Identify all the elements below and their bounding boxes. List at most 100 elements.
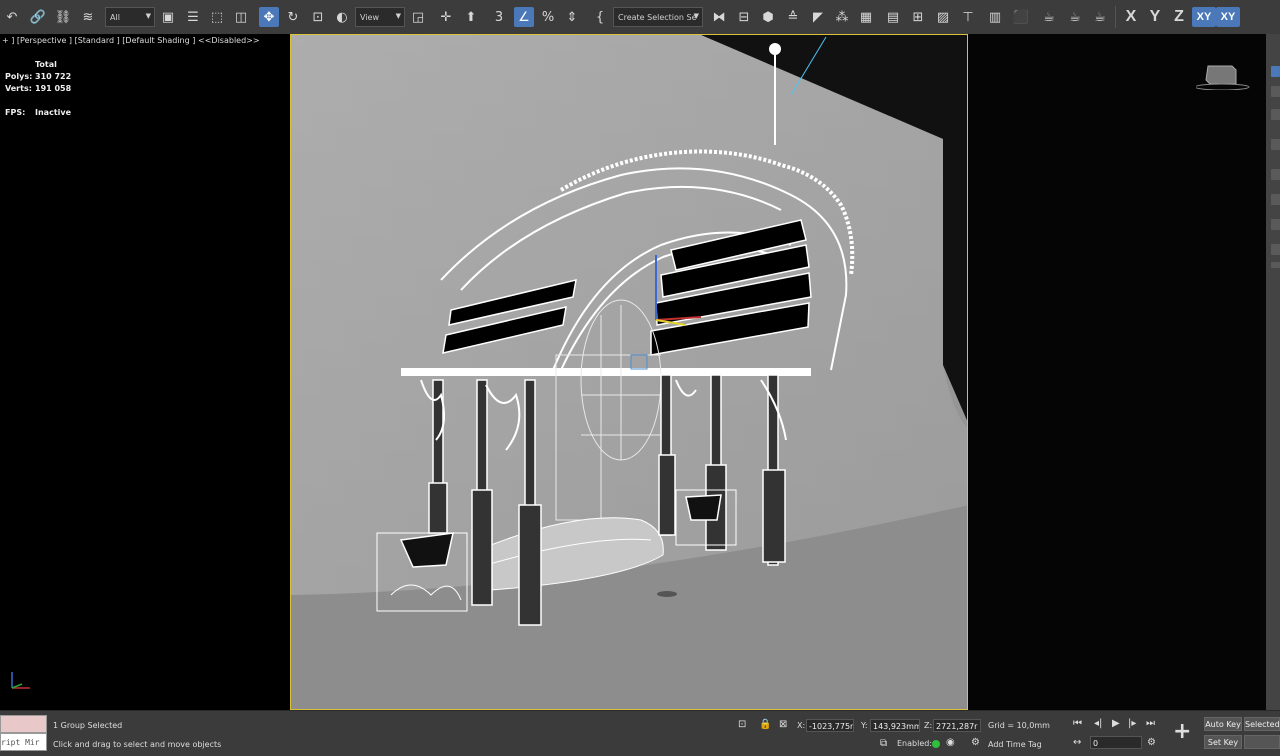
spinner-snap-icon[interactable]: ⇕	[562, 7, 582, 27]
polys-value: 310 722	[35, 72, 72, 81]
panel-button-icon[interactable]	[1271, 139, 1280, 150]
select-and-scale-icon[interactable]: ⊡	[308, 7, 328, 27]
isolate-selection-icon[interactable]: ⊡	[738, 719, 746, 730]
render-setup-icon[interactable]: ⊞	[908, 7, 928, 27]
render-iterative-icon[interactable]: ▥	[985, 7, 1005, 27]
rendered-frame-window-icon[interactable]: ▨	[933, 7, 953, 27]
toggle-ribbon-icon[interactable]: ◤	[808, 7, 828, 27]
angle-snap-icon[interactable]: ∠	[514, 7, 534, 27]
auto-key-button[interactable]: Auto Key	[1204, 717, 1242, 731]
set-key-button[interactable]: Set Key	[1204, 735, 1242, 749]
time-config-icon[interactable]: ◉	[946, 737, 955, 748]
window-crossing-icon[interactable]: ◫	[231, 7, 251, 27]
reference-coordinate-value: View	[360, 12, 379, 22]
named-selection-set-dropdown[interactable]: Create Selection Se ▼	[613, 7, 703, 27]
left-viewport[interactable]: + ] [Perspective ] [Standard ] [Default …	[0, 34, 290, 710]
snaps-toggle-icon[interactable]: 3	[489, 7, 509, 27]
stats-polys: Polys: 310 722	[5, 72, 71, 81]
viewport-label[interactable]: + ] [Perspective ] [Standard ] [Default …	[2, 36, 195, 45]
time-tag-icon[interactable]: ⚙	[971, 737, 980, 748]
prompt-line: Click and drag to select and move object…	[53, 740, 222, 749]
viewport-disabled-label[interactable]: <<Disabled>>	[198, 36, 260, 45]
axis-y-button[interactable]: Y	[1145, 7, 1165, 27]
keyboard-shortcut-override-icon[interactable]: ⬆	[461, 7, 481, 27]
percent-snap-icon[interactable]: %	[538, 7, 558, 27]
selection-filter-dropdown[interactable]: All ▼	[105, 7, 155, 27]
teapot-render-icon[interactable]: ☕	[1039, 7, 1059, 27]
chevron-down-icon: ▼	[693, 12, 699, 20]
selection-lock-icon[interactable]: 🔒	[759, 719, 771, 730]
add-time-tag-button[interactable]: Add Time Tag	[988, 740, 1042, 749]
select-and-move-icon[interactable]: ✥	[259, 7, 279, 27]
fps-value: Inactive	[35, 108, 72, 117]
command-panel[interactable]	[1266, 34, 1280, 710]
chevron-down-icon: ▼	[395, 12, 401, 20]
create-tab-icon[interactable]	[1271, 66, 1280, 77]
material-editor-icon[interactable]: ▤	[883, 7, 903, 27]
adaptive-degradation-icon[interactable]: ⧉	[880, 738, 887, 749]
render-in-cloud-icon[interactable]: ⬛	[1011, 7, 1031, 27]
absolute-mode-icon[interactable]: ⊠	[779, 719, 787, 730]
panel-button-icon[interactable]	[1271, 169, 1280, 180]
maxscript-input[interactable]: ript Mir	[0, 733, 47, 751]
undo-icon[interactable]: ↶	[2, 7, 22, 27]
panel-button-icon[interactable]	[1271, 244, 1280, 255]
teapot-cloud-icon[interactable]: ☕	[1090, 7, 1110, 27]
curve-editor-icon[interactable]: ⁂	[832, 7, 852, 27]
right-viewport[interactable]	[968, 34, 1266, 710]
set-key-icon[interactable]: +	[1173, 719, 1191, 744]
panel-button-icon[interactable]	[1271, 219, 1280, 230]
hierarchy-tab-icon[interactable]	[1271, 109, 1280, 120]
main-toolbar: ↶ 🔗 ⛓ ≋ All ▼ ▣ ☰ ⬚ ◫ ✥ ↻ ⊡ ◐ View ▼ ◲ ✛ ⬆…	[0, 0, 1280, 35]
select-manipulate-icon[interactable]: ✛	[436, 7, 456, 27]
reference-coordinate-dropdown[interactable]: View ▼	[355, 7, 405, 27]
current-frame-field[interactable]: 0	[1090, 736, 1142, 749]
scroll-handle[interactable]	[1271, 262, 1280, 268]
time-configuration-icon[interactable]: ⚙	[1147, 737, 1156, 748]
teapot-active-shade-icon[interactable]: ☕	[1065, 7, 1085, 27]
verts-label: Verts:	[5, 84, 32, 93]
select-object-icon[interactable]: ▣	[158, 7, 178, 27]
go-to-start-icon[interactable]: ⏮	[1073, 718, 1082, 729]
stats-total-label: Total	[35, 60, 57, 69]
link-icon[interactable]: 🔗	[28, 7, 48, 27]
play-icon[interactable]: ▶	[1112, 718, 1120, 729]
select-and-place-icon[interactable]: ◐	[332, 7, 352, 27]
key-filters-button[interactable]	[1244, 735, 1280, 749]
align-icon[interactable]: ⊟	[734, 7, 754, 27]
stats-fps: FPS: Inactive	[5, 108, 71, 117]
bind-spacewarp-icon[interactable]: ≋	[78, 7, 98, 27]
axis-xy-plane-button[interactable]: XY	[1216, 7, 1240, 27]
select-by-name-icon[interactable]: ☰	[183, 7, 203, 27]
mirror-icon[interactable]: ⧓	[709, 7, 729, 27]
toggle-scene-explorer-icon[interactable]: ⬢	[758, 7, 778, 27]
x-coord-field[interactable]: -1023,775r	[806, 719, 854, 732]
schematic-view-icon[interactable]: ▦	[856, 7, 876, 27]
go-to-end-icon[interactable]: ⏭	[1146, 718, 1155, 729]
key-mode-icon[interactable]: ↔	[1073, 737, 1081, 748]
modify-tab-icon[interactable]	[1271, 86, 1280, 97]
y-coord-field[interactable]: 143,923mm	[870, 719, 920, 732]
axis-xy-button[interactable]: XY	[1192, 7, 1216, 27]
perspective-viewport[interactable]	[290, 34, 968, 710]
enabled-indicator-icon[interactable]	[932, 740, 940, 748]
panel-button-icon[interactable]	[1271, 194, 1280, 205]
edit-named-selection-icon[interactable]: {	[590, 7, 610, 27]
key-filter-selected[interactable]: Selected	[1244, 717, 1280, 731]
pivot-center-icon[interactable]: ◲	[408, 7, 428, 27]
previous-frame-icon[interactable]: ◂|	[1094, 718, 1102, 729]
axis-z-button[interactable]: Z	[1169, 7, 1189, 27]
unlink-icon[interactable]: ⛓	[53, 7, 73, 27]
select-and-rotate-icon[interactable]: ↻	[283, 7, 303, 27]
grid-size: Grid = 10,0mm	[988, 721, 1050, 730]
maxscript-listener[interactable]: ript Mir	[0, 715, 47, 753]
maxscript-output[interactable]	[0, 715, 47, 733]
toggle-layer-explorer-icon[interactable]: ≙	[783, 7, 803, 27]
rectangular-selection-icon[interactable]: ⬚	[207, 7, 227, 27]
axis-x-button[interactable]: X	[1121, 7, 1141, 27]
viewcube-icon[interactable]	[1196, 60, 1252, 90]
toolbar-separator	[1115, 6, 1116, 28]
render-production-icon[interactable]: ⊤	[958, 7, 978, 27]
z-coord-field[interactable]: 2721,287r	[933, 719, 981, 732]
next-frame-icon[interactable]: |▸	[1128, 718, 1136, 729]
